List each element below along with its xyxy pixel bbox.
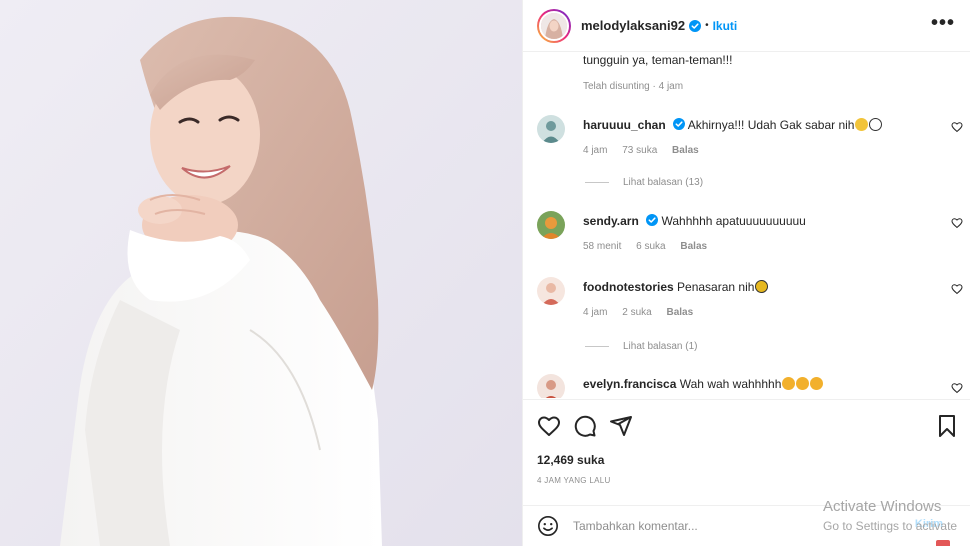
post-photo-illustration <box>0 0 522 546</box>
comments-list: tungguin ya, teman-teman!!! Telah disunt… <box>523 53 970 398</box>
author-username[interactable]: melodylaksani92 <box>581 18 685 33</box>
commenter-avatar[interactable] <box>537 115 565 143</box>
heart-eyes-emoji <box>782 377 796 390</box>
view-replies-link[interactable]: Lihat balasan (1) <box>585 341 698 352</box>
commenter-avatar-image <box>537 374 565 398</box>
comment-username[interactable]: sendy.arn <box>583 214 639 228</box>
comment-like-count[interactable]: 73 suka <box>622 145 657 156</box>
view-replies-link[interactable]: Lihat balasan (13) <box>585 177 703 188</box>
verified-badge-icon <box>646 214 659 226</box>
comment-text: Wah wah wahhhhh <box>679 377 782 391</box>
likes-count[interactable]: 12,469 suka <box>537 453 604 467</box>
comment-like-count[interactable]: 2 suka <box>622 307 651 318</box>
author-avatar[interactable] <box>537 8 571 43</box>
comment-username[interactable]: haruuuu_chan <box>583 118 666 132</box>
bee-emoji <box>755 280 769 293</box>
replies-divider <box>585 182 609 183</box>
more-options-icon[interactable]: ••• <box>931 13 955 33</box>
commenter-avatar[interactable] <box>537 211 565 239</box>
commenter-avatar[interactable] <box>537 374 565 398</box>
emoji-icon[interactable] <box>537 515 559 537</box>
post-time-ago: 4 JAM YANG LALU <box>537 476 611 485</box>
heart-icon[interactable] <box>537 414 561 438</box>
comment-username[interactable]: evelyn.francisca <box>583 377 676 391</box>
post-actions-bar: 12,469 suka 4 JAM YANG LALU <box>523 399 970 505</box>
commenter-avatar-image <box>537 115 565 143</box>
post-photo[interactable] <box>0 0 522 546</box>
commenter-avatar-image <box>537 211 565 239</box>
caption-text: tungguin ya, teman-teman!!! <box>583 53 733 67</box>
reply-button[interactable]: Balas <box>680 241 707 252</box>
comment-username[interactable]: foodnotestories <box>583 280 674 294</box>
author-avatar-image <box>541 12 567 39</box>
comment-text: Akhirnya!!! Udah Gak sabar nih <box>687 118 855 132</box>
comment-heart-icon[interactable] <box>951 283 963 295</box>
view-replies-label[interactable]: Lihat balasan (1) <box>623 341 698 352</box>
comment-icon[interactable] <box>573 414 597 438</box>
header-separator: • <box>705 20 709 31</box>
bookmark-icon[interactable] <box>935 414 959 438</box>
comment-like-count[interactable]: 6 suka <box>636 241 665 252</box>
smirk-emoji <box>855 118 869 131</box>
verified-badge-icon <box>673 118 686 130</box>
add-comment-bar: Kirim <box>523 505 970 546</box>
share-icon[interactable] <box>609 414 633 438</box>
comment-input[interactable] <box>573 519 813 533</box>
replies-divider <box>585 346 609 347</box>
heart-eyes-emoji <box>810 377 824 390</box>
comment-time: 58 menit <box>583 241 622 252</box>
comment-time: 4 jam <box>583 307 608 318</box>
follow-button[interactable]: Ikuti <box>713 19 738 33</box>
comment-heart-icon[interactable] <box>951 217 963 229</box>
commenter-avatar[interactable] <box>537 277 565 305</box>
comment-time: 4 jam <box>583 145 608 156</box>
post-comment-button[interactable]: Kirim <box>915 518 943 530</box>
eyes-emoji <box>869 118 883 131</box>
reply-button[interactable]: Balas <box>666 307 693 318</box>
commenter-avatar-image <box>537 277 565 305</box>
comment-heart-icon[interactable] <box>951 121 963 133</box>
post-detail-panel: melodylaksani92 • Ikuti ••• tungguin ya,… <box>522 0 970 546</box>
taskbar-fragment <box>936 540 950 546</box>
reply-button[interactable]: Balas <box>672 145 699 156</box>
comment-text: Wahhhhh apatuuuuuuuuuu <box>661 214 806 228</box>
comment-text: Penasaran nih <box>677 280 755 294</box>
post-header: melodylaksani92 • Ikuti ••• <box>523 0 970 52</box>
view-replies-label[interactable]: Lihat balasan (13) <box>623 177 703 188</box>
comment-heart-icon[interactable] <box>951 382 963 394</box>
caption-meta: Telah disunting · 4 jam <box>583 81 684 92</box>
verified-badge-icon <box>689 19 702 32</box>
heart-eyes-emoji <box>796 377 810 390</box>
